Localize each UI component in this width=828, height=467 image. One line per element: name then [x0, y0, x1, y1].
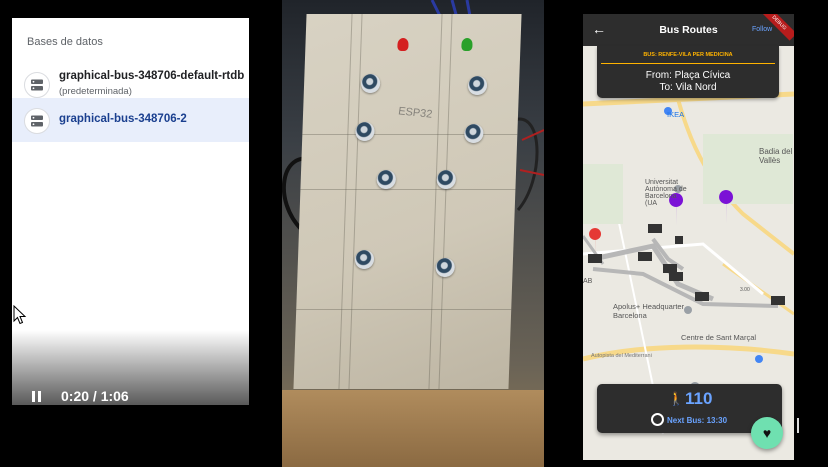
map-label-university: Universitat Autònoma de Barcelona (UA: [645, 179, 687, 207]
button-screw: [467, 76, 488, 95]
route-card: BUS: RENFE-VILA PER MEDICINA From: Plaça…: [597, 46, 779, 98]
database-name: graphical-bus-348706-default-rtdb: [59, 70, 245, 82]
button-screw: [360, 74, 381, 93]
database-subtitle: (predeterminada): [59, 86, 132, 97]
red-led: [397, 38, 409, 51]
map-label-badia: Badia del Vallès: [759, 147, 793, 165]
map-label-ikea: IKEA: [667, 110, 685, 119]
database-icon: [24, 108, 50, 134]
video-controls-gradient: [12, 330, 249, 405]
follow-button[interactable]: Follow: [752, 26, 772, 33]
wooden-table: [282, 390, 544, 467]
database-item-selected[interactable]: graphical-bus-348706-2: [12, 98, 249, 142]
clock-icon: [651, 413, 664, 426]
button-screw: [436, 170, 457, 189]
heart-icon: ♥: [762, 425, 772, 441]
mouse-cursor-icon: [13, 305, 27, 325]
green-led: [461, 38, 473, 51]
button-screw: [435, 258, 456, 277]
video-time: 0:20 / 1:06: [61, 388, 129, 404]
favorite-button[interactable]: ♥: [751, 417, 783, 449]
wooden-board: ESP32: [293, 14, 522, 389]
button-screw: [464, 124, 484, 143]
app-bar: ← Bus Routes Follow DEBUG: [583, 14, 794, 46]
person-icon: 🚶: [668, 391, 685, 406]
people-count: 110: [685, 389, 713, 408]
route-to: To: Vila Nord: [659, 82, 717, 93]
map-label-road: Autopista del Mediterrani: [591, 353, 652, 359]
route-divider: [601, 63, 775, 64]
map-label-ab: AB: [583, 278, 593, 285]
pause-icon[interactable]: [32, 391, 44, 403]
button-screw: [355, 122, 375, 141]
section-title: Bases de datos: [27, 36, 103, 48]
button-screw: [376, 170, 397, 189]
board-photo: ESP32: [282, 0, 544, 467]
next-bus-time: Next Bus: 13:30: [667, 416, 728, 425]
route-from: From: Plaça Cívica: [645, 70, 731, 81]
button-screw: [354, 250, 375, 269]
board-label: ESP32: [397, 105, 434, 121]
database-icon: [24, 72, 50, 98]
edge-marker: [797, 418, 799, 433]
route-name: BUS: RENFE-VILA PER MEDICINA: [643, 52, 733, 58]
map-label-km: 3.00: [740, 287, 750, 293]
database-name: graphical-bus-348706-2: [59, 113, 187, 125]
phone-screen: IKEA Badia del Vallès Universitat Autòno…: [583, 14, 794, 460]
map-label-apolus: Apolus+ Headquarter Barcelona: [613, 302, 685, 320]
map-label-centre: Centre de Sant Marçal: [681, 333, 757, 342]
